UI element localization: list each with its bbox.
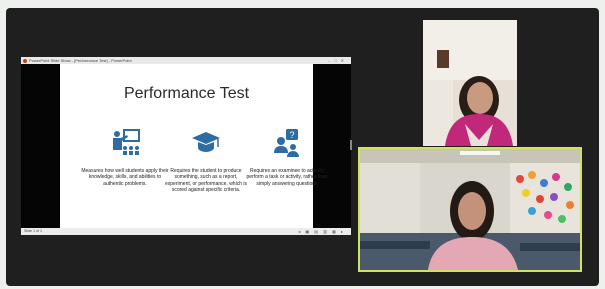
letterbox-right bbox=[313, 64, 351, 228]
letterbox-left bbox=[21, 64, 60, 228]
resize-handle[interactable] bbox=[350, 140, 352, 150]
teacher-presenting-icon bbox=[113, 129, 140, 155]
slideshow-titlebar: PowerPoint Slide Show - [Performance Tes… bbox=[21, 57, 351, 64]
wall-picture bbox=[437, 50, 449, 68]
powerpoint-icon bbox=[23, 58, 27, 63]
slideshow-statusbar: Slide 1 of 1 ◂ ▣ ▤ ▥ ▦ ▸ bbox=[21, 228, 351, 235]
window-title: PowerPoint Slide Show - [Performance Tes… bbox=[29, 58, 132, 63]
view-controls[interactable]: ◂ ▣ ▤ ▥ ▦ ▸ bbox=[298, 228, 345, 235]
speaker-video-feed bbox=[360, 149, 580, 270]
person-question-icon: ? bbox=[274, 129, 299, 157]
slide-column-3-text: Requires an examinee to actually perform… bbox=[246, 168, 328, 187]
slide-title: Performance Test bbox=[123, 85, 250, 102]
participant-video-1[interactable] bbox=[423, 20, 517, 146]
meeting-window: PowerPoint Slide Show - [Performance Tes… bbox=[0, 0, 605, 289]
presentation-slide: Performance Test ? Measures how well stu… bbox=[60, 64, 328, 228]
svg-text:?: ? bbox=[289, 130, 294, 140]
slide-column-1-text: Measures how well students apply their k… bbox=[81, 168, 169, 187]
presenter-video-feed bbox=[423, 20, 517, 146]
slide-number: Slide 1 of 1 bbox=[24, 229, 42, 233]
participant-video-2[interactable] bbox=[358, 147, 582, 272]
slide-column-2-text: Requires the student to produce somethin… bbox=[165, 168, 247, 193]
window-controls[interactable]: –□✕ bbox=[328, 57, 348, 64]
shared-screen[interactable]: PowerPoint Slide Show - [Performance Tes… bbox=[21, 57, 351, 235]
graduation-cap-icon bbox=[192, 132, 220, 152]
